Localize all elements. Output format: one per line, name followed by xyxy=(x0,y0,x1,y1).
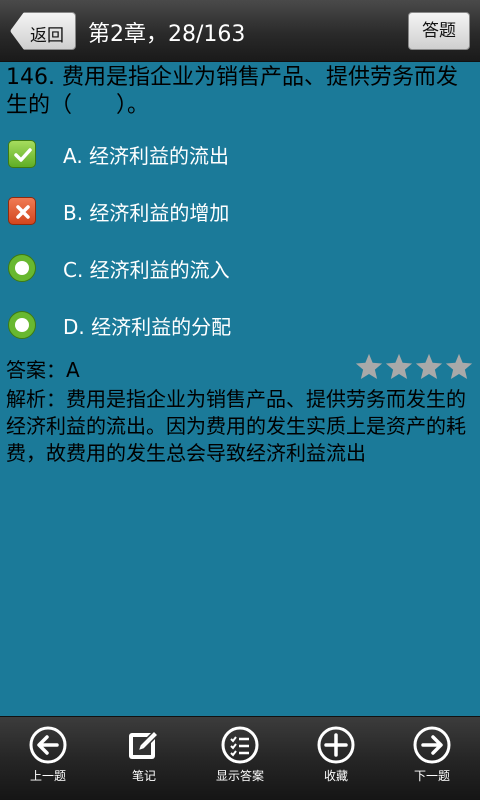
plus-circle-icon xyxy=(317,726,355,764)
show-answer-label: 显示答案 xyxy=(215,769,264,783)
question-text: 146. 费用是指企业为销售产品、提供劳务而发生的（ ）。 xyxy=(6,65,458,118)
radio-icon xyxy=(8,311,36,339)
next-question-button[interactable]: 下一题 xyxy=(384,717,480,800)
rating-stars[interactable] xyxy=(354,352,474,382)
note-label: 笔记 xyxy=(131,769,156,783)
answer-text: 答案：A xyxy=(6,358,80,382)
arrow-left-circle-icon xyxy=(29,726,67,764)
star-icon xyxy=(355,353,383,379)
option-d[interactable]: D. 经济利益的分配 xyxy=(8,307,468,347)
note-edit-icon xyxy=(129,729,160,759)
analysis-text: 解析：费用是指企业为销售产品、提供劳务而发生的经济利益的流出。因为费用的发生实质… xyxy=(6,387,466,465)
chapter-title: 第2章，28/163 xyxy=(88,22,246,47)
next-question-label: 下一题 xyxy=(413,769,450,783)
option-d-label: D. 经济利益的分配 xyxy=(63,315,232,339)
bottom-toolbar: 上一题 笔记 显示答案 收藏 下一题 xyxy=(0,716,480,800)
option-c-label: C. 经济利益的流入 xyxy=(63,258,230,282)
star-icon xyxy=(445,353,473,379)
answer-button[interactable]: 答题 xyxy=(408,12,470,50)
back-button[interactable]: 返回 xyxy=(10,12,76,50)
cross-icon xyxy=(8,197,36,225)
top-bar: 返回 第2章，28/163 答题 xyxy=(0,0,480,62)
radio-icon xyxy=(8,254,36,282)
option-c[interactable]: C. 经济利益的流入 xyxy=(8,250,468,290)
arrow-right-circle-icon xyxy=(413,726,451,764)
star-icon xyxy=(385,353,413,379)
check-icon xyxy=(8,140,36,168)
list-check-icon xyxy=(221,726,259,764)
favorite-button[interactable]: 收藏 xyxy=(288,717,384,800)
favorite-label: 收藏 xyxy=(323,769,348,783)
show-answer-button[interactable]: 显示答案 xyxy=(192,717,288,800)
prev-question-button[interactable]: 上一题 xyxy=(0,717,96,800)
option-b[interactable]: B. 经济利益的增加 xyxy=(8,193,468,233)
option-a[interactable]: A. 经济利益的流出 xyxy=(8,136,468,176)
star-icon xyxy=(415,353,443,379)
option-b-label: B. 经济利益的增加 xyxy=(63,201,230,225)
prev-question-label: 上一题 xyxy=(29,769,66,783)
note-button[interactable]: 笔记 xyxy=(96,717,192,800)
back-button-label: 返回 xyxy=(30,26,64,46)
option-a-label: A. 经济利益的流出 xyxy=(63,144,230,168)
